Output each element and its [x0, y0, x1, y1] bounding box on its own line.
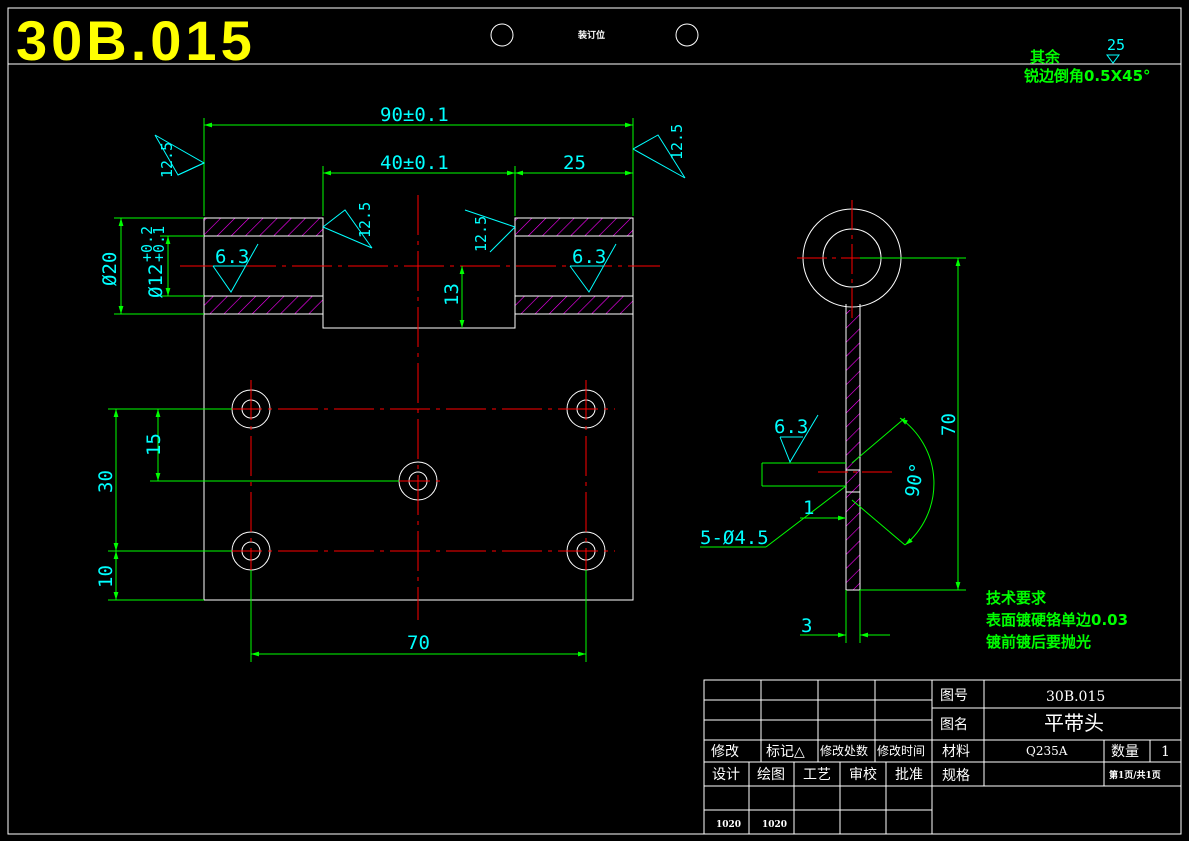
- tb-qty-label: 数量: [1111, 744, 1139, 760]
- dim-inner-diameter: Ø12: [145, 264, 167, 298]
- tech-requirement-2: 镀前镀后要抛光: [986, 633, 1091, 651]
- roughness-value-bore-left: 6.3: [215, 246, 249, 268]
- tb-drawing-no-value: 30B.015: [1046, 689, 1105, 705]
- tb-qty-value: 1: [1161, 744, 1170, 760]
- roughness-value-slot-left: 12.5: [356, 202, 374, 238]
- tb-col-design: 设计: [712, 767, 740, 783]
- hatch-left-bottom: [204, 296, 323, 314]
- tb-name-value: 平带头: [1044, 711, 1104, 735]
- tb-page-info: 第1页/共1页: [1109, 769, 1161, 781]
- roughness-value-bore-right: 6.3: [572, 246, 606, 268]
- tb-name-label: 图名: [940, 717, 968, 733]
- tb-col-place: 修改处数: [820, 743, 868, 758]
- dim-outer-diameter: Ø20: [99, 252, 121, 286]
- dim-right-width: 25: [563, 152, 586, 174]
- hatch-right-bottom: [515, 296, 633, 314]
- roughness-value-side: 6.3: [774, 416, 808, 438]
- dim-thickness: 3: [801, 615, 812, 637]
- tb-col-process: 工艺: [803, 767, 831, 783]
- side-view: 6.3 70 90° 1 5-Ø4.5 3: [700, 200, 966, 643]
- tb-col-time: 修改时间: [877, 743, 925, 758]
- binding-hole-left: [490, 23, 514, 47]
- cad-drawing: 30B.015 装订位 其余 25 锐边倒角0.5X45° 90±0.1 40±…: [7, 7, 1182, 835]
- tb-design-code: 1020: [716, 820, 741, 830]
- dim-pitch-30: 30: [95, 470, 117, 493]
- tb-material-label: 材料: [942, 744, 970, 760]
- rest-roughness-label: 其余: [1030, 48, 1061, 66]
- tb-col-modify: 修改: [711, 744, 739, 760]
- dim-offset: 1: [803, 497, 814, 519]
- tb-col-check: 审校: [849, 766, 877, 783]
- roughness-value-slot-right: 12.5: [472, 216, 490, 252]
- tb-col-draw: 绘图: [757, 767, 785, 783]
- tb-drawing-no-label: 图号: [940, 688, 968, 704]
- dim-angle: 90°: [901, 461, 929, 499]
- front-view: 90±0.1 40±0.1 25 12.5 12.5 12.5 12.5 6.3…: [95, 104, 686, 662]
- hatch-plate: [846, 310, 860, 590]
- dim-slot-width: 40±0.1: [380, 152, 449, 174]
- tb-col-mark: 标记△: [766, 744, 805, 760]
- sheet-frame: [7, 7, 1182, 835]
- tb-col-approve: 批准: [895, 767, 923, 783]
- tech-requirement-1: 表面镀硬铬单边0.03: [986, 611, 1128, 629]
- chamfer-note: 锐边倒角0.5X45°: [1024, 67, 1151, 85]
- dim-edge-10: 10: [95, 565, 117, 588]
- hatch-left-top: [204, 218, 323, 236]
- rest-roughness-value: 25: [1107, 36, 1125, 54]
- roughness-value-right: 12.5: [668, 124, 686, 160]
- drawing-number-large: 30B.015: [16, 9, 256, 72]
- dim-hole-span: 70: [407, 632, 430, 654]
- dim-holes-spec: 5-Ø4.5: [700, 527, 769, 549]
- dim-slot-depth: 13: [441, 283, 463, 306]
- binding-hole-right: [675, 23, 699, 47]
- dim-pitch-15: 15: [143, 433, 165, 456]
- tech-requirements-title: 技术要求: [986, 589, 1047, 607]
- dim-overall-width: 90±0.1: [380, 104, 449, 126]
- rest-roughness-icon: [1106, 54, 1120, 64]
- binding-label: 装订位: [577, 29, 605, 41]
- roughness-value-left: 12.5: [158, 142, 176, 178]
- tb-draw-code: 1020: [762, 820, 787, 830]
- dim-inner-tol-lower: +0.1: [150, 226, 168, 262]
- tb-spec-label: 规格: [942, 768, 970, 784]
- dim-side-height: 70: [938, 413, 960, 436]
- tb-material-value: Q235A: [1026, 744, 1068, 758]
- hatch-right-top: [515, 218, 633, 236]
